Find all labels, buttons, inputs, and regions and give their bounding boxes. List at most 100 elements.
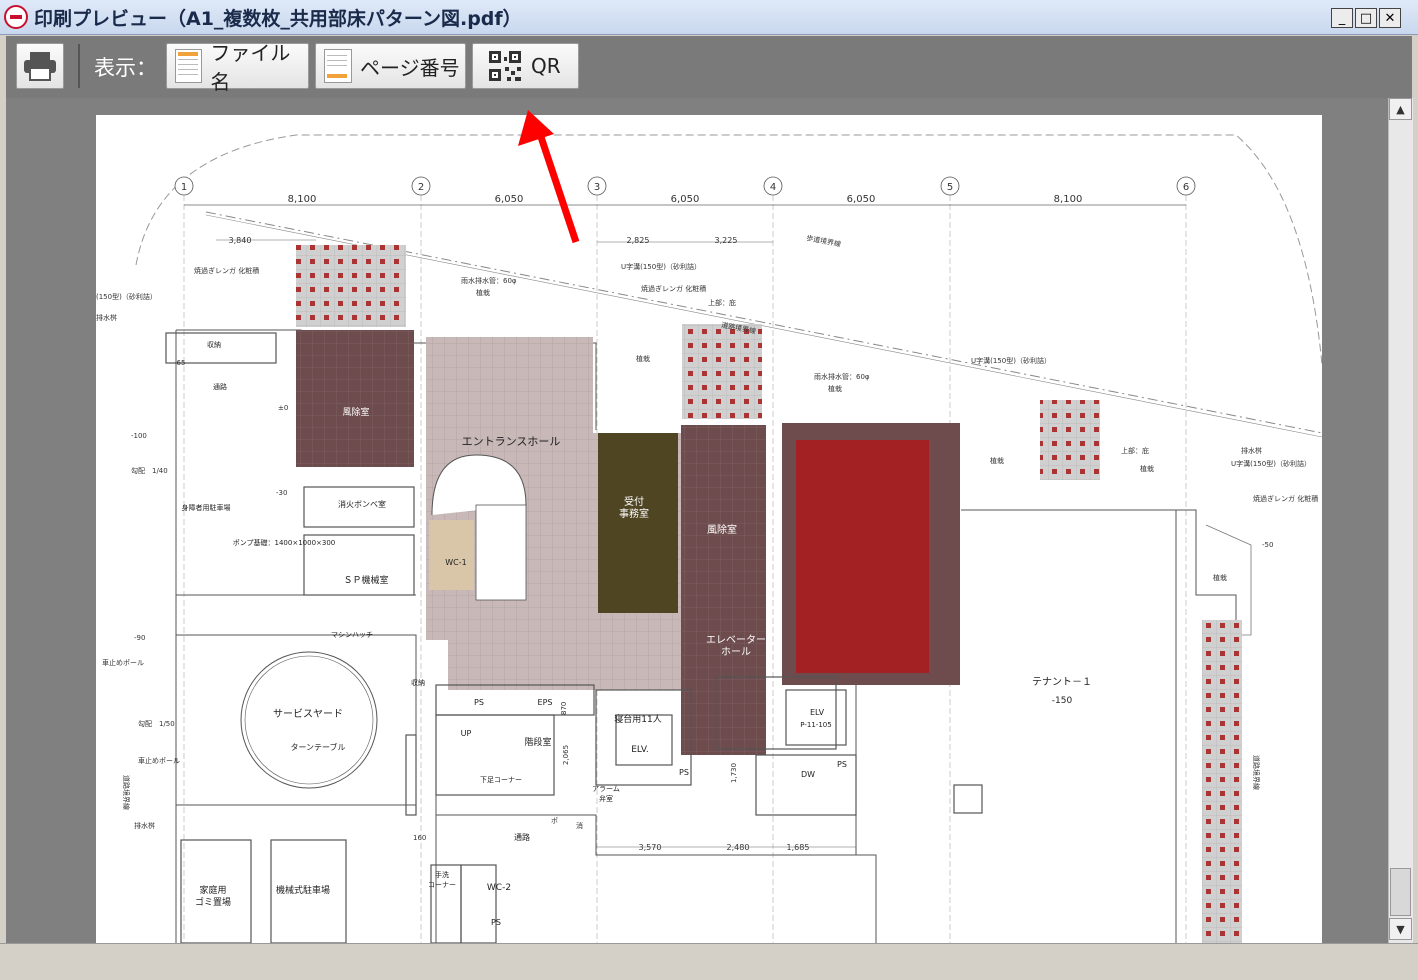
span-4-5: 6,050 [847,194,876,205]
axis-6: 6 [1183,182,1189,193]
filename-button-label: ファイル名 [210,41,291,94]
axis-2: 2 [418,182,424,193]
road-line-vertical: 道路境界線 [122,775,131,810]
passage-2-label: 通路 [514,832,530,842]
planting-tiles-2 [682,324,762,419]
eps-label: EPS [538,698,553,707]
u-gutter-note-4: (150型)（砂利詰） [96,292,157,301]
planting-note-4: 植栽 [990,456,1004,465]
span-3-4: 6,050 [671,194,700,205]
app-logo-icon [4,5,28,29]
preview-area[interactable]: 1 2 3 4 5 6 8,100 6,050 6,050 6,050 8,10… [6,98,1388,943]
top-eaves-note: 上部：庇 [708,298,736,307]
hand-wash-label: 手洗コーナー [428,870,456,889]
filename-toggle-button[interactable]: ファイル名 [166,41,309,94]
ps-2: PS [679,768,689,777]
scroll-down-button[interactable]: ▼ [1389,918,1412,940]
drain-note-2: 排水桝 [1241,446,1262,455]
top-eaves-note-2: 上部：庇 [1121,446,1149,455]
level-870: 870 [560,702,568,715]
wc-2-label: WC-2 [487,883,511,893]
pump-label: ポンプ基礎：1400×1000×300 [233,538,336,547]
entrance-hall-label: エントランスホール [462,435,561,448]
wc-1-label: WC-1 [445,558,466,567]
level-2065: 2,065 [562,745,570,765]
alarm-label: アラーム弁室 [592,785,620,803]
passage-label: 通路 [213,382,227,391]
wind-room-1: 風除室 [342,406,369,418]
window-title: 印刷プレビュー（A1_複数枚_共用部床パターン図.pdf） [34,8,522,30]
qr-button-label: QR [531,54,561,78]
rain-pipe-note-2: 雨水排水管：60φ [814,372,870,381]
level-m90: -90 [134,634,145,642]
dim-2480: 2,480 [727,843,750,852]
status-bar [0,943,1418,980]
scroll-up-button[interactable]: ▲ [1389,98,1412,120]
minimize-button[interactable]: _ [1331,8,1353,28]
manhole-label: マシンハッチ [331,631,373,639]
brick-note-3: 焼過ぎレンガ 化粧積 [1253,494,1318,503]
slope-note-2: 勾配 1/50 [138,719,175,728]
gas-room-label: 消火ボンベ室 [338,499,386,509]
brick-note-1: 焼過ぎレンガ 化粧積 [194,266,259,275]
slope-note-1: 勾配 1/40 [131,466,168,475]
planting-note-6: 植栽 [1213,573,1227,582]
printer-icon [24,52,56,81]
toolbar-separator [78,44,80,88]
level-m100: -100 [131,432,147,440]
hydrant-mark: 消 [576,821,583,830]
planting-note-5: 植栽 [1140,464,1154,473]
up-label: UP [461,729,472,738]
level-160: 160 [413,834,426,842]
stretcher-label: 寝台用11人 [614,713,661,725]
print-button[interactable] [16,43,64,89]
level-m50: -50 [1262,541,1273,549]
sidewalk-line-note: 歩道境界線 [806,233,842,249]
pole-mark: ポ [551,817,558,825]
span-1-2: 8,100 [288,194,317,205]
close-button[interactable]: ✕ [1379,8,1401,28]
dim-2825: 2,825 [627,236,650,245]
u-gutter-note-2: U字溝(150型)（砂利詰） [971,356,1051,365]
planting-note-3: 植栽 [828,384,842,393]
tenant-label: テナント－１ [1032,676,1092,688]
filename-doc-icon [175,49,203,83]
span-5-6: 8,100 [1054,194,1083,205]
dim-3225: 3,225 [715,236,738,245]
storage-2-label: 収納 [411,678,425,687]
scroll-thumb[interactable] [1390,868,1411,916]
dim-3840: 3,840 [229,236,252,245]
annotation-arrow-icon [518,110,580,244]
dim-1685: 1,685 [787,843,810,852]
u-gutter-note-3: U字溝(150型)（砂利詰） [1231,459,1311,468]
parking-label: 機械式駐車場 [276,884,330,896]
vertical-scrollbar[interactable]: ▲ ▼ [1388,98,1413,943]
page-number-doc-icon [324,49,352,83]
red-room-fill [796,440,929,673]
tenant-level: -150 [1052,696,1073,706]
ps-3: PS [837,760,847,769]
ps-1: PS [474,698,484,707]
planting-note-1: 植栽 [476,288,490,297]
title-bar: 印刷プレビュー（A1_複数枚_共用部床パターン図.pdf） _ □ ✕ [0,0,1418,35]
disabled-parking-label: 身障者用駐車場 [182,503,231,512]
qr-code-icon [489,51,521,81]
qr-toggle-button[interactable]: QR [472,43,579,89]
car-stop-note-2: 車止めポール [138,756,180,765]
garbage-label: 家庭用ゴミ置場 [195,884,231,908]
planting-tiles-3 [1040,400,1100,480]
elv-2-label: ELV [810,708,825,717]
dw-label: DW [801,770,815,779]
maximize-button[interactable]: □ [1355,8,1377,28]
level-1730: 1,730 [730,763,738,783]
stair-label: 階段室 [524,736,551,748]
preview-page: 1 2 3 4 5 6 8,100 6,050 6,050 6,050 8,10… [96,115,1323,943]
planting-tiles-4 [1202,620,1242,943]
axis-1: 1 [181,182,187,193]
page-number-toggle-button[interactable]: ページ番号 [315,43,466,89]
shoe-corner-label: 下足コーナー [480,776,522,784]
drain-note-3: 排水桝 [134,821,155,830]
planting-tiles-1 [296,245,406,327]
page-number-button-label: ページ番号 [360,55,460,80]
storage-label: 収納 [207,340,221,349]
